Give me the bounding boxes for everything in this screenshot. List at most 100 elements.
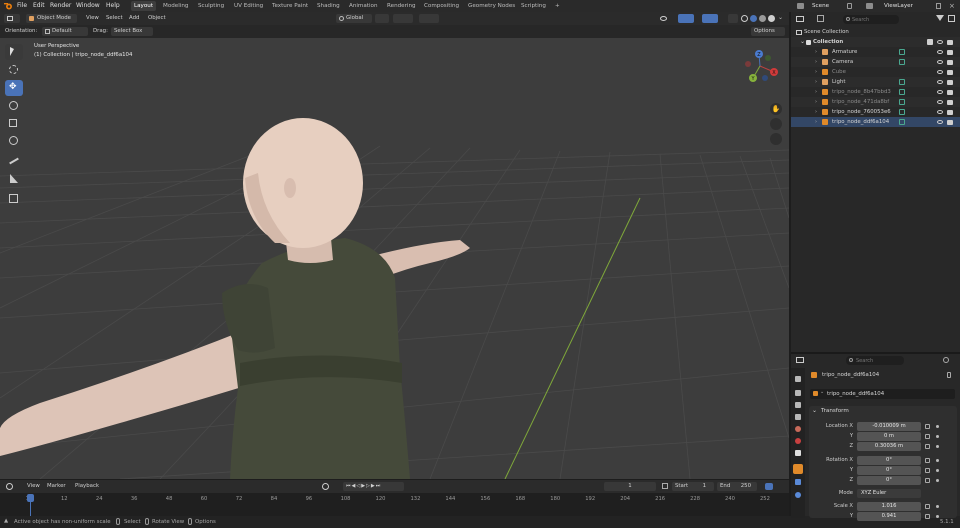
visibility-eye-icon[interactable] (937, 90, 943, 94)
outliner-item[interactable]: › Light (791, 77, 960, 87)
rotation-z-field[interactable]: 0° (857, 476, 921, 485)
lock-icon[interactable] (925, 468, 930, 473)
rotate-tool-button[interactable] (5, 98, 23, 114)
rotation-y-field[interactable]: 0° (857, 466, 921, 475)
current-frame-field[interactable]: 1 (604, 482, 656, 491)
expand-chevron-icon[interactable]: › (815, 67, 817, 77)
timeline-menu-playback[interactable]: Playback (75, 482, 99, 491)
lock-icon[interactable] (925, 478, 930, 483)
modifier-data-icon[interactable] (899, 99, 905, 105)
scene-name[interactable]: Scene (812, 0, 829, 12)
menu-view[interactable]: View (86, 14, 99, 23)
keyframe-dot-icon[interactable] (936, 515, 939, 518)
sync-options-icon[interactable] (765, 483, 773, 490)
outliner-search-input[interactable]: Search (843, 15, 899, 24)
pin-scene-icon[interactable] (847, 3, 852, 9)
pin-icon[interactable] (947, 372, 951, 378)
modifier-data-icon[interactable] (899, 59, 905, 65)
view-layer-tab-icon[interactable] (795, 414, 801, 420)
funnel-filter-icon[interactable] (936, 15, 944, 21)
lock-icon[interactable] (925, 424, 930, 429)
render-camera-icon[interactable] (947, 60, 953, 65)
snap-toggle[interactable] (393, 14, 413, 23)
collection-render-icon[interactable] (947, 40, 953, 45)
visibility-dropdown[interactable] (658, 14, 672, 23)
particles-tab-icon[interactable] (795, 492, 801, 498)
timeline-menu-view[interactable]: View (27, 482, 40, 491)
shading-wireframe-icon[interactable] (741, 15, 748, 22)
modifier-data-icon[interactable] (899, 79, 905, 85)
pivot-dropdown[interactable] (375, 14, 389, 23)
menu-add[interactable]: Add (129, 14, 139, 23)
world-tab-icon[interactable] (795, 438, 801, 444)
tab-sculpting[interactable]: Sculpting (195, 1, 227, 11)
new-collection-icon[interactable] (948, 15, 955, 22)
visibility-eye-icon[interactable] (937, 120, 943, 124)
tab-compositing[interactable]: Compositing (421, 1, 462, 11)
xray-toggle[interactable] (728, 14, 738, 23)
tab-geometry-nodes[interactable]: Geometry Nodes (465, 1, 518, 11)
output-tab-icon[interactable] (795, 402, 801, 408)
visibility-eye-icon[interactable] (937, 70, 943, 74)
editor-type-button[interactable] (4, 14, 20, 23)
copy-view-layer-icon[interactable] (936, 3, 941, 9)
end-frame-field[interactable]: End 250 (717, 482, 757, 491)
expand-chevron-icon[interactable]: › (815, 47, 817, 57)
render-camera-icon[interactable] (947, 50, 953, 55)
modifier-data-icon[interactable] (899, 49, 905, 55)
tab-modeling[interactable]: Modeling (160, 1, 191, 11)
scale-y-field[interactable]: 0.941 (857, 512, 921, 521)
collection-row[interactable]: ⌄ Collection (791, 37, 960, 47)
playback-controls[interactable]: ⏮◀◁▶▷▶⏭ (343, 482, 404, 491)
modifier-data-icon[interactable] (899, 89, 905, 95)
outliner-item[interactable]: › tripo_node_471da8bf (791, 97, 960, 107)
add-cube-tool-button[interactable] (5, 191, 23, 207)
lock-icon[interactable] (925, 504, 930, 509)
collection-eye-icon[interactable] (937, 40, 943, 44)
tool-tab-icon[interactable] (795, 376, 801, 382)
keyframe-dot-icon[interactable] (936, 479, 939, 482)
rotation-x-field[interactable]: 0° (857, 456, 921, 465)
scale-x-field[interactable]: 1.016 (857, 502, 921, 511)
transform-orientation-dropdown[interactable]: Global (336, 14, 372, 23)
drag-dropdown[interactable]: Select Box (111, 27, 153, 36)
move-tool-button[interactable]: ✥ (5, 80, 23, 96)
keyframe-dot-icon[interactable] (936, 469, 939, 472)
expand-chevron-icon[interactable]: › (815, 107, 817, 117)
keyframe-dot-icon[interactable] (936, 445, 939, 448)
outliner-item[interactable]: › tripo_node_760053e6 (791, 107, 960, 117)
expand-chevron-icon[interactable]: › (815, 77, 817, 87)
visibility-eye-icon[interactable] (937, 50, 943, 54)
lock-icon[interactable] (925, 514, 930, 519)
properties-search-input[interactable]: Search (846, 356, 904, 365)
scene-tab-icon[interactable] (795, 426, 801, 432)
outliner-item[interactable]: › Camera (791, 57, 960, 67)
cursor-tool-button[interactable] (5, 61, 23, 77)
modifier-data-icon[interactable] (899, 119, 905, 125)
expand-chevron-icon[interactable]: › (815, 97, 817, 107)
render-camera-icon[interactable] (947, 120, 953, 125)
location-y-field[interactable]: 0 m (857, 432, 921, 441)
select-tool-button[interactable] (5, 44, 23, 60)
keyframe-dot-icon[interactable] (936, 425, 939, 428)
keyframe-dot-icon[interactable] (936, 505, 939, 508)
expand-chevron-icon[interactable]: › (815, 57, 817, 67)
camera-view-icon[interactable] (770, 118, 782, 130)
timeline-menu-marker[interactable]: Marker (47, 482, 66, 491)
visibility-eye-icon[interactable] (937, 100, 943, 104)
collection-checkbox[interactable] (927, 39, 933, 45)
menu-help[interactable]: Help (106, 0, 120, 12)
filter-icon[interactable] (817, 15, 824, 22)
mode-dropdown[interactable]: Object Mode (26, 14, 77, 23)
shading-solid-icon[interactable] (750, 15, 757, 22)
blender-logo-icon[interactable] (4, 2, 13, 10)
view-layer-name[interactable]: ViewLayer (884, 0, 913, 12)
tab-rendering[interactable]: Rendering (384, 1, 419, 11)
timeline-editor-icon[interactable] (6, 483, 13, 490)
measure-tool-button[interactable] (5, 171, 23, 187)
keyframe-dot-icon[interactable] (936, 459, 939, 462)
outliner-item[interactable]: › Armature (791, 47, 960, 57)
remove-view-layer-icon[interactable]: × (949, 2, 955, 10)
outliner-item[interactable]: › tripo_node_ddf6a104 (791, 117, 960, 127)
tab-scripting[interactable]: Scripting (518, 1, 549, 11)
